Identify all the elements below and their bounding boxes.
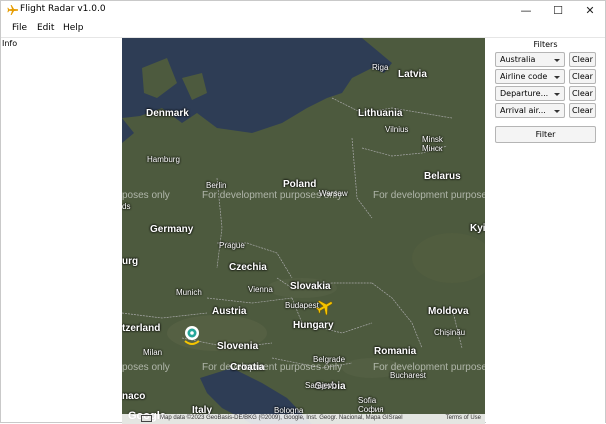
menu-help[interactable]: Help [63, 23, 84, 33]
watermark: poses only [122, 362, 170, 373]
chevron-down-icon [554, 93, 560, 96]
city-label-minsk: Minsk [422, 135, 443, 144]
info-label: Info [2, 39, 18, 48]
maximize-button[interactable]: ☐ [543, 1, 573, 20]
airplane-icon [7, 5, 19, 15]
airplane-marker-icon[interactable] [315, 297, 335, 317]
departure-filter-select[interactable]: Departure... [495, 86, 565, 101]
city-label-budapest: Budapest [285, 301, 319, 310]
map-view[interactable]: Latvia Denmark Lithuania Belarus Poland … [122, 38, 485, 424]
info-panel: Info [1, 38, 122, 422]
city-label-munich: Munich [176, 288, 202, 297]
watermark: For development purposes only [202, 362, 343, 373]
city-label-vienna: Vienna [248, 285, 273, 294]
clear-arrival-button[interactable]: Clear [569, 103, 596, 118]
country-label-romania: Romania [374, 346, 417, 357]
country-label-moldova: Moldova [428, 306, 469, 317]
watermark: For development purpose [373, 190, 485, 201]
country-label-germany: Germany [150, 224, 194, 235]
close-button[interactable]: ✕ [575, 1, 605, 20]
country-label-slovenia: Slovenia [217, 341, 259, 352]
menu-bar: File Edit Help [1, 20, 605, 38]
country-label-poland: Poland [283, 179, 317, 190]
city-label-partial: ds [122, 202, 131, 211]
title-bar: Flight Radar v1.0.0 — ☐ ✕ [1, 1, 605, 20]
city-label-sarajevo: Sarajevo [305, 381, 337, 390]
country-label-belarus: Belarus [424, 171, 461, 182]
country-label-czechia: Czechia [229, 262, 267, 273]
city-label-sofia: Sofia [358, 396, 377, 405]
clear-departure-button[interactable]: Clear [569, 86, 596, 101]
window-title: Flight Radar v1.0.0 [20, 4, 106, 14]
city-label-hamburg: Hamburg [147, 155, 180, 164]
city-label-chisinau: Chișinău [434, 328, 466, 337]
menu-edit[interactable]: Edit [37, 23, 54, 33]
location-pin-icon[interactable] [182, 325, 202, 347]
city-label-milan: Milan [143, 348, 163, 357]
map-attribution: Map data ©2023 GeoBasis-DE/BKG (©2009), … [160, 415, 403, 421]
country-filter-select[interactable]: Australia [495, 52, 565, 67]
city-label-prague: Prague [219, 241, 245, 250]
country-label-latvia: Latvia [398, 69, 427, 80]
country-label-slovakia: Slovakia [290, 281, 331, 292]
keyboard-shortcuts-icon[interactable] [141, 415, 152, 422]
filter-button[interactable]: Filter [495, 126, 596, 143]
arrival-filter-value: Arrival air... [500, 106, 546, 115]
airline-filter-value: Airline code [500, 72, 548, 81]
menu-file[interactable]: File [12, 23, 27, 33]
country-filter-value: Australia [500, 55, 536, 64]
city-label-minsk-cyrillic: Мінск [422, 144, 443, 153]
watermark: For development purpose [373, 362, 485, 373]
country-label-lithuania: Lithuania [358, 108, 403, 119]
filters-title: Filters [533, 40, 558, 49]
country-label-hungary: Hungary [293, 320, 334, 331]
clear-country-button[interactable]: Clear [569, 52, 596, 67]
city-label-riga: Riga [372, 63, 389, 72]
city-label-berlin: Berlin [206, 181, 227, 190]
chevron-down-icon [554, 76, 560, 79]
clear-airline-button[interactable]: Clear [569, 69, 596, 84]
terms-of-use-link[interactable]: Terms of Use [446, 415, 481, 421]
airline-filter-select[interactable]: Airline code [495, 69, 565, 84]
city-label-vilnius: Vilnius [385, 125, 409, 134]
country-label-monaco: naco [122, 391, 146, 402]
chevron-down-icon [554, 59, 560, 62]
watermark: For development purposes only [202, 190, 343, 201]
minimize-button[interactable]: — [511, 1, 541, 20]
country-label-ukraine: Kyi Кию [470, 223, 485, 234]
departure-filter-value: Departure... [500, 89, 549, 98]
country-label-denmark: Denmark [146, 108, 189, 119]
country-label-austria: Austria [212, 306, 247, 317]
app-window: Flight Radar v1.0.0 — ☐ ✕ File Edit Help… [0, 0, 606, 424]
country-label-luxembourg: urg [122, 256, 139, 267]
arrival-filter-select[interactable]: Arrival air... [495, 103, 565, 118]
chevron-down-icon [554, 110, 560, 113]
city-label-sofia-cyrillic: София [358, 405, 384, 414]
filters-panel: Filters Australia Clear Airline code Cle… [486, 38, 605, 424]
country-label-switzerland: tzerland [122, 323, 161, 334]
watermark: poses only [122, 190, 170, 201]
